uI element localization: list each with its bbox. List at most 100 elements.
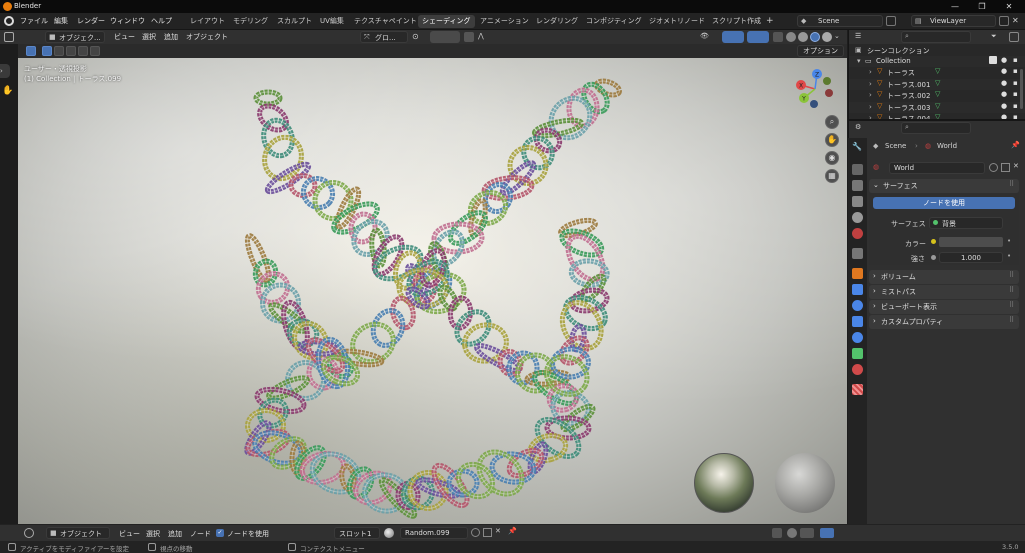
select-mode-subtract-icon[interactable] bbox=[66, 46, 76, 56]
menu-render[interactable]: レンダー bbox=[77, 16, 105, 26]
menu-edit[interactable]: 編集 bbox=[54, 16, 68, 26]
volume-drag-handle-icon[interactable]: ⠿ bbox=[1009, 271, 1014, 279]
properties-search-input[interactable]: ⌕ bbox=[901, 122, 971, 134]
object-render-camera-icon[interactable]: ▪ bbox=[1013, 79, 1018, 87]
tab-compositing[interactable]: コンポジティング bbox=[582, 15, 646, 28]
particles-tab-icon[interactable] bbox=[852, 300, 863, 311]
tab-uv-editing[interactable]: UV編集 bbox=[316, 15, 348, 28]
ortho-grid-icon[interactable]: ▦ bbox=[825, 169, 839, 183]
select-mode-intersect-icon[interactable] bbox=[90, 46, 100, 56]
world-datablock[interactable]: ◍ World ✕ bbox=[871, 162, 1021, 175]
slot-selector[interactable]: スロット1 bbox=[334, 527, 380, 539]
object-visibility-eye-icon[interactable]: ● bbox=[1001, 79, 1007, 87]
outliner-search-input[interactable]: ⌕ bbox=[901, 31, 971, 43]
tab-shading[interactable]: シェーディング bbox=[418, 15, 475, 28]
fake-user-icon[interactable] bbox=[989, 163, 998, 172]
add-workspace-button[interactable]: + bbox=[762, 15, 778, 28]
viewport-menu-object[interactable]: オブジェクト bbox=[186, 32, 228, 42]
strength-socket-icon[interactable] bbox=[931, 255, 936, 260]
falloff-icon[interactable]: ⋀ bbox=[478, 32, 492, 42]
object-render-camera-icon[interactable]: ▪ bbox=[1013, 102, 1018, 110]
toolbar-expand-icon[interactable]: › bbox=[0, 64, 10, 78]
shading-material-icon[interactable] bbox=[810, 32, 820, 42]
node-menu-node[interactable]: ノード bbox=[190, 529, 211, 539]
hand-pan-icon[interactable]: ✋ bbox=[2, 86, 14, 98]
visibility-eye-icon[interactable]: ● bbox=[1001, 56, 1007, 64]
properties-editor-type-icon[interactable]: ⚙ bbox=[855, 123, 865, 133]
expand-icon[interactable]: › bbox=[869, 68, 872, 76]
filter-icon[interactable]: ⏷ bbox=[991, 32, 1001, 42]
viewport-menu-select[interactable]: 選択 bbox=[142, 32, 156, 42]
node-menu-add[interactable]: 追加 bbox=[168, 529, 182, 539]
new-collection-icon[interactable] bbox=[1009, 32, 1019, 42]
scene-selector[interactable]: ◆ Scene bbox=[797, 15, 883, 27]
menu-window[interactable]: ウィンドウ bbox=[110, 16, 145, 26]
object-tab-icon[interactable] bbox=[852, 268, 863, 279]
select-mode-extend-icon[interactable] bbox=[54, 46, 64, 56]
strength-field[interactable]: 1.000 bbox=[939, 252, 1003, 263]
modifier-tab-icon[interactable] bbox=[852, 284, 863, 295]
tab-layout[interactable]: レイアウト bbox=[186, 15, 229, 28]
options-dropdown[interactable]: オプション bbox=[797, 45, 844, 57]
overlay-toggle[interactable] bbox=[747, 31, 769, 43]
scene-tab-icon[interactable] bbox=[852, 212, 863, 223]
tab-modeling[interactable]: モデリング bbox=[229, 15, 272, 28]
exclude-checkbox[interactable] bbox=[989, 56, 997, 64]
remove-view-layer-icon[interactable]: ✕ bbox=[1012, 16, 1022, 26]
material-name-field[interactable]: Random.099 bbox=[400, 527, 468, 539]
node-overlay-icon[interactable] bbox=[772, 528, 782, 538]
outliner-object-row[interactable]: › ▽ トーラス ▽ ● ▪ bbox=[849, 67, 1025, 78]
visibility-icon[interactable]: 👁 bbox=[700, 32, 712, 42]
expand-icon[interactable]: › bbox=[869, 91, 872, 99]
physics-tab-icon[interactable] bbox=[852, 316, 863, 327]
gizmo-toggle[interactable] bbox=[722, 31, 744, 43]
transform-orientation-selector[interactable]: ⤧ グロ... bbox=[360, 31, 408, 43]
tab-rendering[interactable]: レンダリング bbox=[532, 15, 582, 28]
3d-viewport[interactable]: ユーザー・透視投影 (1) Collection | トーラス.099 X Z … bbox=[18, 58, 847, 524]
unlink-icon[interactable]: ✕ bbox=[1013, 162, 1019, 170]
material-pin-icon[interactable]: 📌 bbox=[508, 527, 517, 535]
outliner-scrollbar[interactable] bbox=[1020, 69, 1023, 109]
view-layer-selector[interactable]: ▤ ViewLayer bbox=[911, 15, 996, 27]
object-render-camera-icon[interactable]: ▪ bbox=[1013, 90, 1018, 98]
shading-rendered-icon[interactable] bbox=[822, 32, 832, 42]
shading-wireframe-icon[interactable] bbox=[786, 32, 796, 42]
new-scene-icon[interactable] bbox=[886, 16, 896, 26]
tab-scripting[interactable]: スクリプト作成 bbox=[708, 15, 765, 28]
panel-drag-handle-icon[interactable]: ⠿ bbox=[1009, 180, 1014, 188]
tab-texture-paint[interactable]: テクスチャペイント bbox=[350, 15, 421, 28]
select-mode-new-icon[interactable] bbox=[42, 46, 52, 56]
torus-mesh[interactable] bbox=[445, 207, 490, 249]
close-button[interactable]: ✕ bbox=[999, 1, 1019, 12]
world-name-field[interactable]: World bbox=[889, 162, 985, 174]
view-layer-tab-icon[interactable] bbox=[852, 196, 863, 207]
gizmo-neg-z-icon[interactable] bbox=[810, 100, 818, 108]
snap-toggle[interactable] bbox=[430, 31, 460, 43]
outliner-object-row[interactable]: › ▽ トーラス.002 ▽ ● ▪ bbox=[849, 90, 1025, 101]
strength-keyframe-icon[interactable]: • bbox=[1007, 252, 1011, 260]
menu-help[interactable]: ヘルプ bbox=[151, 16, 172, 26]
constraints-tab-icon[interactable] bbox=[852, 332, 863, 343]
outliner-object-row[interactable]: › ▽ トーラス.003 ▽ ● ▪ bbox=[849, 101, 1025, 113]
duplicate-icon[interactable] bbox=[1001, 163, 1010, 172]
object-visibility-eye-icon[interactable]: ● bbox=[1001, 90, 1007, 98]
color-socket-icon[interactable] bbox=[931, 239, 936, 244]
tab-sculpt[interactable]: スカルプト bbox=[273, 15, 316, 28]
shading-options-icon[interactable]: ⌄ bbox=[834, 32, 844, 42]
surface-shader-selector[interactable]: 背景 bbox=[929, 217, 1003, 229]
object-render-camera-icon[interactable]: ▪ bbox=[1013, 67, 1018, 75]
object-visibility-eye-icon[interactable]: ● bbox=[1001, 67, 1007, 75]
viewport-display-panel-header[interactable]: › ビューポート表示 ⠿ bbox=[869, 300, 1019, 314]
proportional-edit-icon[interactable] bbox=[464, 32, 474, 42]
material-duplicate-icon[interactable] bbox=[483, 528, 492, 537]
outliner-editor-type-icon[interactable]: ☰ bbox=[855, 32, 865, 42]
collection-row[interactable]: ▾ ▭ Collection ● ▪ bbox=[849, 56, 1025, 67]
expand-icon[interactable]: › bbox=[869, 80, 872, 88]
render-camera-icon[interactable]: ▪ bbox=[1013, 56, 1018, 64]
tool-tab-icon[interactable]: 🔧 bbox=[852, 142, 863, 153]
node-snap-icon[interactable] bbox=[787, 528, 797, 538]
data-tab-icon[interactable] bbox=[852, 348, 863, 359]
gizmo-neg-x-icon[interactable] bbox=[825, 89, 833, 97]
material-preview-icon[interactable] bbox=[384, 528, 394, 538]
use-nodes-button[interactable]: ノードを使用 bbox=[873, 197, 1015, 209]
